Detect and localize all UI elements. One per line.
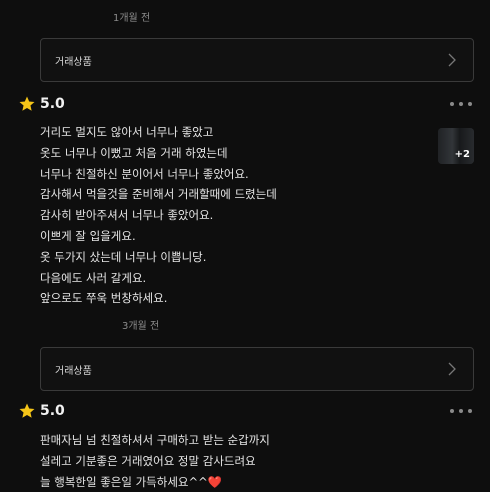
review-timestamp: 1개월 전 xyxy=(113,13,151,24)
review-line: 거리도 멀지도 않아서 너무나 좋았고 xyxy=(40,125,214,139)
traded-product-label: 거래상품 xyxy=(55,365,92,377)
traded-product-link[interactable]: 거래상품 xyxy=(40,38,474,82)
traded-product-label: 거래상품 xyxy=(55,56,92,68)
star-icon xyxy=(19,403,35,418)
review-line: 다음에도 사러 갈게요. xyxy=(40,270,147,285)
review-timestamp: 3개월 전 xyxy=(122,321,160,332)
traded-product-link[interactable]: 거래상품 xyxy=(40,347,474,391)
review-line: 옷도 너무나 이뻤고 처음 거래 하였는데 xyxy=(40,145,228,160)
review-line: 너무나 친절하신 분이어서 너무나 좋았어요. xyxy=(40,166,249,181)
review-line: 감사히 받아주셔서 너무나 좋았어요. xyxy=(40,208,214,223)
photo-count-badge: +2 xyxy=(454,149,470,160)
star-icon xyxy=(19,96,35,111)
review-line: 옷 두가지 샀는데 너무나 이쁩니당. xyxy=(40,249,207,264)
review-body: 판매자님 넘 친절하셔서 구매하고 받는 순갑까지 설레고 기분좋은 거래였어요… xyxy=(40,430,430,492)
review-body: 거리도 멀지도 않아서 너무나 좋았고 옷도 너무나 이뻤고 처음 거래 하였는… xyxy=(40,122,430,309)
rating-score: 5.0 xyxy=(40,403,65,419)
chevron-right-icon xyxy=(445,362,459,376)
review-line: 늘 행복한일 좋은일 가득하세요^^❤️ xyxy=(40,474,223,489)
review-line: 설레고 기분좋은 거래였어요 정말 감사드려요 xyxy=(40,453,256,468)
review-line: 판매자님 넘 친절하셔서 구매하고 받는 순갑까지 xyxy=(40,433,270,447)
more-options-icon[interactable] xyxy=(450,100,472,108)
chevron-right-icon xyxy=(445,53,459,67)
rating-score: 5.0 xyxy=(40,96,65,112)
review-photo-thumbnail[interactable]: +2 xyxy=(438,128,474,164)
review-line: 이쁘게 잘 입을게요. xyxy=(40,228,136,243)
review-rating: 5.0 xyxy=(18,95,65,113)
review-line: 앞으로도 쭈욱 번창하세요. xyxy=(40,291,168,306)
review-line: 감사해서 먹을것을 준비해서 거래할때에 드렸는데 xyxy=(40,187,277,202)
review-rating: 5.0 xyxy=(18,402,65,420)
more-options-icon[interactable] xyxy=(450,407,472,415)
